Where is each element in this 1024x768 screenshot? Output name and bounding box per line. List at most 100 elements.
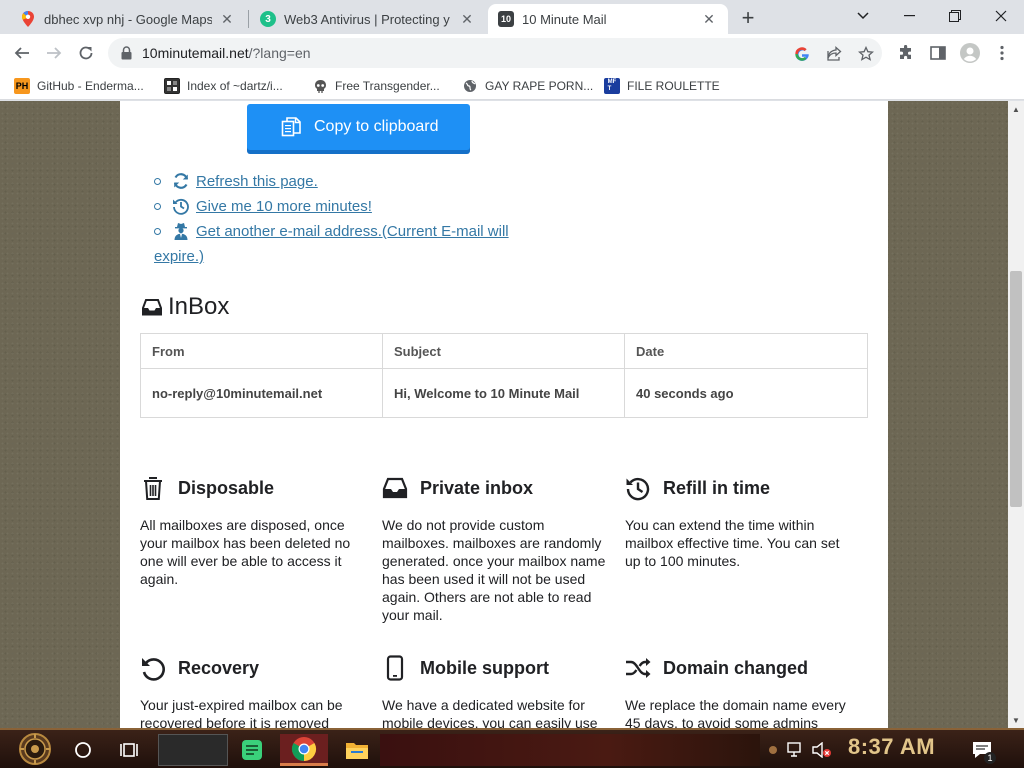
bookmark-gay-rape-porn[interactable]: GAY RAPE PORN... (462, 77, 593, 95)
feature-description: Your just-expired mailbox can be recover… (140, 697, 343, 728)
bookmark-github[interactable]: PH GitHub - Enderma... (14, 77, 144, 95)
more-minutes-link[interactable]: Give me 10 more minutes! (154, 194, 544, 219)
scroll-down-arrow-icon[interactable]: ▼ (1008, 712, 1024, 728)
tab-web3-antivirus[interactable]: 3 Web3 Antivirus | Protecting y ✕ (250, 4, 486, 34)
inbox-header-row: From Subject Date (140, 333, 868, 369)
link-text: Refresh this page. (196, 173, 318, 190)
column-header-from: From (140, 333, 383, 369)
lock-icon[interactable] (120, 46, 132, 60)
notes-app-icon[interactable] (232, 734, 272, 766)
feature-domain-changed: Domain changed We replace the domain nam… (625, 652, 857, 729)
bullet (154, 203, 161, 210)
bullet (154, 178, 161, 185)
reload-button[interactable] (72, 39, 100, 67)
taskbar-empty-area (380, 734, 760, 766)
refresh-page-link[interactable]: Refresh this page. (154, 169, 544, 194)
globe-icon (462, 78, 478, 94)
tab-10-minute-mail[interactable]: 10 10 Minute Mail ✕ (488, 4, 728, 34)
tab-google-maps[interactable]: dbhec xvp nhj - Google Maps ✕ (10, 4, 246, 34)
back-button[interactable] (8, 39, 36, 67)
feature-heading: Refill in time (625, 472, 857, 504)
start-button[interactable] (8, 730, 62, 768)
url-host: 10minutemail.net (142, 45, 249, 61)
feature-description: You can extend the time within mailbox e… (625, 517, 840, 569)
bookmark-label: GAY RAPE PORN... (485, 79, 594, 93)
close-window-button[interactable] (978, 0, 1024, 32)
refresh-icon (173, 173, 189, 189)
taskbar-blank-window[interactable] (158, 734, 228, 766)
share-icon[interactable] (824, 44, 844, 64)
bookmark-label: FILE ROULETTE (627, 79, 720, 93)
history-icon (626, 477, 650, 501)
search-circle-icon[interactable] (68, 734, 98, 766)
bookmarks-bar: PH GitHub - Enderma... Index of ~dartz/i… (0, 72, 1024, 100)
table-row[interactable]: no-reply@10minutemail.net Hi, Welcome to… (140, 368, 868, 418)
close-tab-icon[interactable]: ✕ (700, 10, 718, 28)
minimize-button[interactable] (886, 0, 932, 32)
tab-divider (248, 10, 249, 28)
mail-from[interactable]: no-reply@10minutemail.net (140, 368, 383, 418)
copy-to-clipboard-button[interactable]: Copy to clipboard (247, 104, 470, 150)
feature-heading: Mobile support (382, 652, 614, 684)
url-text: 10minutemail.net/?lang=en (142, 45, 311, 61)
inbox-icon (142, 299, 162, 316)
chrome-taskbar-icon[interactable] (280, 734, 328, 766)
file-explorer-icon[interactable] (336, 734, 378, 766)
tray-overflow-icon[interactable] (766, 734, 780, 766)
feature-disposable: Disposable All mailboxes are disposed, o… (140, 472, 372, 588)
tab-search-chevron-icon[interactable] (840, 0, 886, 32)
google-translate-icon[interactable] (792, 44, 812, 64)
notification-count-badge: 1 (984, 752, 996, 764)
link-text: Give me 10 more minutes! (196, 198, 372, 215)
history-icon (173, 198, 189, 215)
mft-icon: MF T (604, 78, 620, 94)
profile-avatar-icon[interactable] (956, 39, 984, 67)
trash-icon (144, 477, 162, 500)
feature-description: We do not provide custom mailboxes. mail… (382, 517, 606, 623)
task-view-icon[interactable] (114, 734, 146, 766)
feature-title: Private inbox (420, 477, 534, 498)
close-tab-icon[interactable]: ✕ (218, 10, 236, 28)
feature-title: Disposable (178, 477, 275, 498)
bookmark-free-transgender[interactable]: Free Transgender... (312, 77, 440, 95)
vertical-scrollbar[interactable]: ▲ ▼ (1008, 101, 1024, 728)
steampunk-start-orb-icon (19, 733, 51, 765)
feature-private-inbox: Private inbox We do not provide custom m… (382, 472, 614, 624)
scrollbar-thumb[interactable] (1010, 271, 1022, 507)
volume-muted-icon[interactable] (810, 734, 834, 766)
close-tab-icon[interactable]: ✕ (458, 10, 476, 28)
bookmark-label: Index of ~dartz/i... (187, 79, 283, 93)
tab-title: Web3 Antivirus | Protecting y (284, 11, 450, 27)
more-menu-icon[interactable] (988, 39, 1016, 67)
bookmark-star-icon[interactable] (856, 44, 876, 64)
bookmark-file-roulette[interactable]: MF T FILE ROULETTE (604, 77, 720, 95)
mail-subject[interactable]: Hi, Welcome to 10 Minute Mail (382, 368, 625, 418)
taskbar-clock[interactable]: 8:37 AM (848, 734, 935, 760)
bookmark-index-of[interactable]: Index of ~dartz/i... (164, 77, 283, 95)
forward-button[interactable] (40, 39, 68, 67)
page-viewport: Copy to clipboard Refresh this page. Giv… (0, 101, 1024, 728)
feature-description: We have a dedicated website for mobile d… (382, 697, 598, 728)
restore-button[interactable] (932, 0, 978, 32)
scroll-up-arrow-icon[interactable]: ▲ (1008, 101, 1024, 117)
inbox-table: From Subject Date no-reply@10minutemail.… (140, 333, 868, 418)
shuffle-icon (626, 658, 651, 678)
feature-heading: Private inbox (382, 472, 614, 504)
new-tab-button[interactable]: + (736, 5, 760, 30)
browser-toolbar: 10minutemail.net/?lang=en (0, 34, 1024, 72)
ph-icon: PH (14, 78, 30, 94)
side-panel-icon[interactable] (924, 39, 952, 67)
another-email-link-wrap[interactable]: expire.) (154, 244, 544, 269)
undo-icon (142, 658, 165, 681)
mail-date[interactable]: 40 seconds ago (624, 368, 868, 418)
10-minute-mail-icon: 10 (498, 11, 514, 27)
feature-description: All mailboxes are disposed, once your ma… (140, 517, 351, 587)
link-text: Get another e-mail address.(Current E-ma… (196, 223, 509, 240)
extensions-puzzle-icon[interactable] (892, 39, 920, 67)
notification-center-icon[interactable]: 1 (966, 734, 998, 766)
another-email-link[interactable]: Get another e-mail address.(Current E-ma… (154, 219, 544, 244)
network-icon[interactable] (784, 734, 808, 766)
copy-icon (281, 117, 301, 137)
address-bar[interactable]: 10minutemail.net/?lang=en (108, 38, 882, 68)
feature-title: Recovery (178, 657, 260, 678)
